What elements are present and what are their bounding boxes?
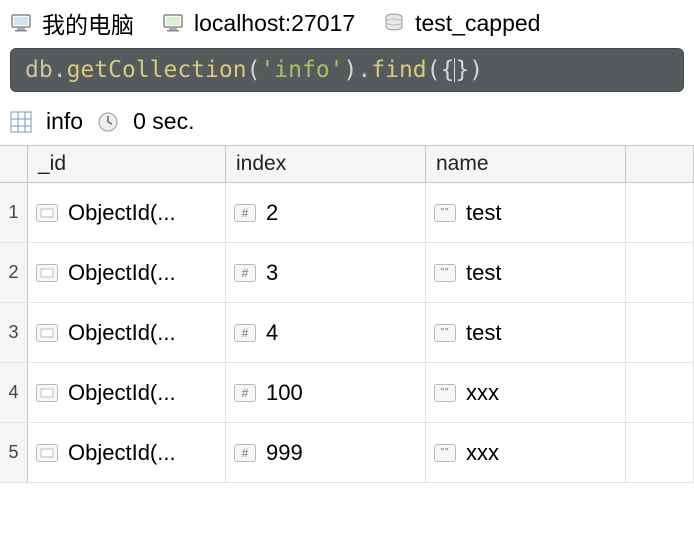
table-row[interactable]: 3 ObjectId(... #4 "" test [0,303,694,363]
number-type-icon: # [234,324,256,342]
query-arg: 'info' [260,57,343,83]
string-type-icon: "" [434,204,456,222]
cell-name[interactable]: "" test [426,303,626,362]
header-rest [626,146,694,183]
computer-icon [10,12,32,34]
cell-index[interactable]: #999 [226,423,426,482]
cell-rest [626,183,694,242]
row-number: 5 [0,423,28,482]
database-icon [383,12,405,34]
cell-id-value: ObjectId(... [68,440,176,466]
header-id[interactable]: _id [28,146,226,183]
cell-id-value: ObjectId(... [68,320,176,346]
breadcrumb-computer-label: 我的电脑 [42,6,134,40]
table-row[interactable]: 5 ObjectId(... #999 "" xxx [0,423,694,483]
cell-name-value: test [466,200,501,226]
cell-id-value: ObjectId(... [68,260,176,286]
query-method2: find [371,57,426,83]
number-type-icon: # [234,264,256,282]
header-name[interactable]: name [426,146,626,183]
object-type-icon [36,384,58,402]
cell-index-value: 999 [266,440,303,466]
cell-id[interactable]: ObjectId(... [28,183,226,242]
cell-index[interactable]: #100 [226,363,426,422]
cell-name-value: test [466,320,501,346]
cell-id-value: ObjectId(... [68,380,176,406]
host-icon [162,12,184,34]
header-gutter [0,146,28,183]
header-index[interactable]: index [226,146,426,183]
result-info-bar: info 0 sec. [0,100,694,145]
object-type-icon [36,444,58,462]
cell-name[interactable]: "" test [426,243,626,302]
collection-name: info [46,108,83,135]
string-type-icon: "" [434,324,456,342]
number-type-icon: # [234,444,256,462]
cell-index-value: 2 [266,200,278,226]
cell-name[interactable]: "" xxx [426,363,626,422]
object-type-icon [36,264,58,282]
table-header: _id index name [0,146,694,183]
cell-index-value: 3 [266,260,278,286]
query-input[interactable]: db . getCollection ( 'info' ) . find ( {… [10,48,684,92]
query-time: 0 sec. [133,108,194,135]
breadcrumb-host-label: localhost:27017 [194,10,355,37]
clock-icon [97,111,119,133]
row-number: 3 [0,303,28,362]
cell-rest [626,303,694,362]
table-row[interactable]: 4 ObjectId(... #100 "" xxx [0,363,694,423]
cell-rest [626,243,694,302]
result-table: _id index name 1 ObjectId(... #2 "" test 2 Obj… [0,145,694,483]
cell-id[interactable]: ObjectId(... [28,243,226,302]
row-number: 2 [0,243,28,302]
cell-id[interactable]: ObjectId(... [28,303,226,362]
cell-index-value: 100 [266,380,303,406]
cell-name-value: test [466,260,501,286]
string-type-icon: "" [434,264,456,282]
number-type-icon: # [234,384,256,402]
table-row[interactable]: 1 ObjectId(... #2 "" test [0,183,694,243]
cell-id[interactable]: ObjectId(... [28,423,226,482]
breadcrumb-host[interactable]: localhost:27017 [162,10,355,37]
string-type-icon: "" [434,444,456,462]
grid-icon [10,111,32,133]
cell-name[interactable]: "" test [426,183,626,242]
cell-id[interactable]: ObjectId(... [28,363,226,422]
cell-rest [626,423,694,482]
query-method: getCollection [67,57,247,83]
cell-index[interactable]: #3 [226,243,426,302]
object-type-icon [36,324,58,342]
cell-id-value: ObjectId(... [68,200,176,226]
cell-index[interactable]: #4 [226,303,426,362]
breadcrumb: 我的电脑 localhost:27017 test_capped [0,0,694,46]
breadcrumb-computer[interactable]: 我的电脑 [10,6,134,40]
cell-name-value: xxx [466,440,499,466]
table-row[interactable]: 2 ObjectId(... #3 "" test [0,243,694,303]
breadcrumb-database[interactable]: test_capped [383,10,540,37]
object-type-icon [36,204,58,222]
cell-name[interactable]: "" xxx [426,423,626,482]
cell-index[interactable]: #2 [226,183,426,242]
number-type-icon: # [234,204,256,222]
row-number: 4 [0,363,28,422]
cell-rest [626,363,694,422]
cell-name-value: xxx [466,380,499,406]
breadcrumb-database-label: test_capped [415,10,540,37]
string-type-icon: "" [434,384,456,402]
query-db: db [25,57,53,83]
cell-index-value: 4 [266,320,278,346]
row-number: 1 [0,183,28,242]
